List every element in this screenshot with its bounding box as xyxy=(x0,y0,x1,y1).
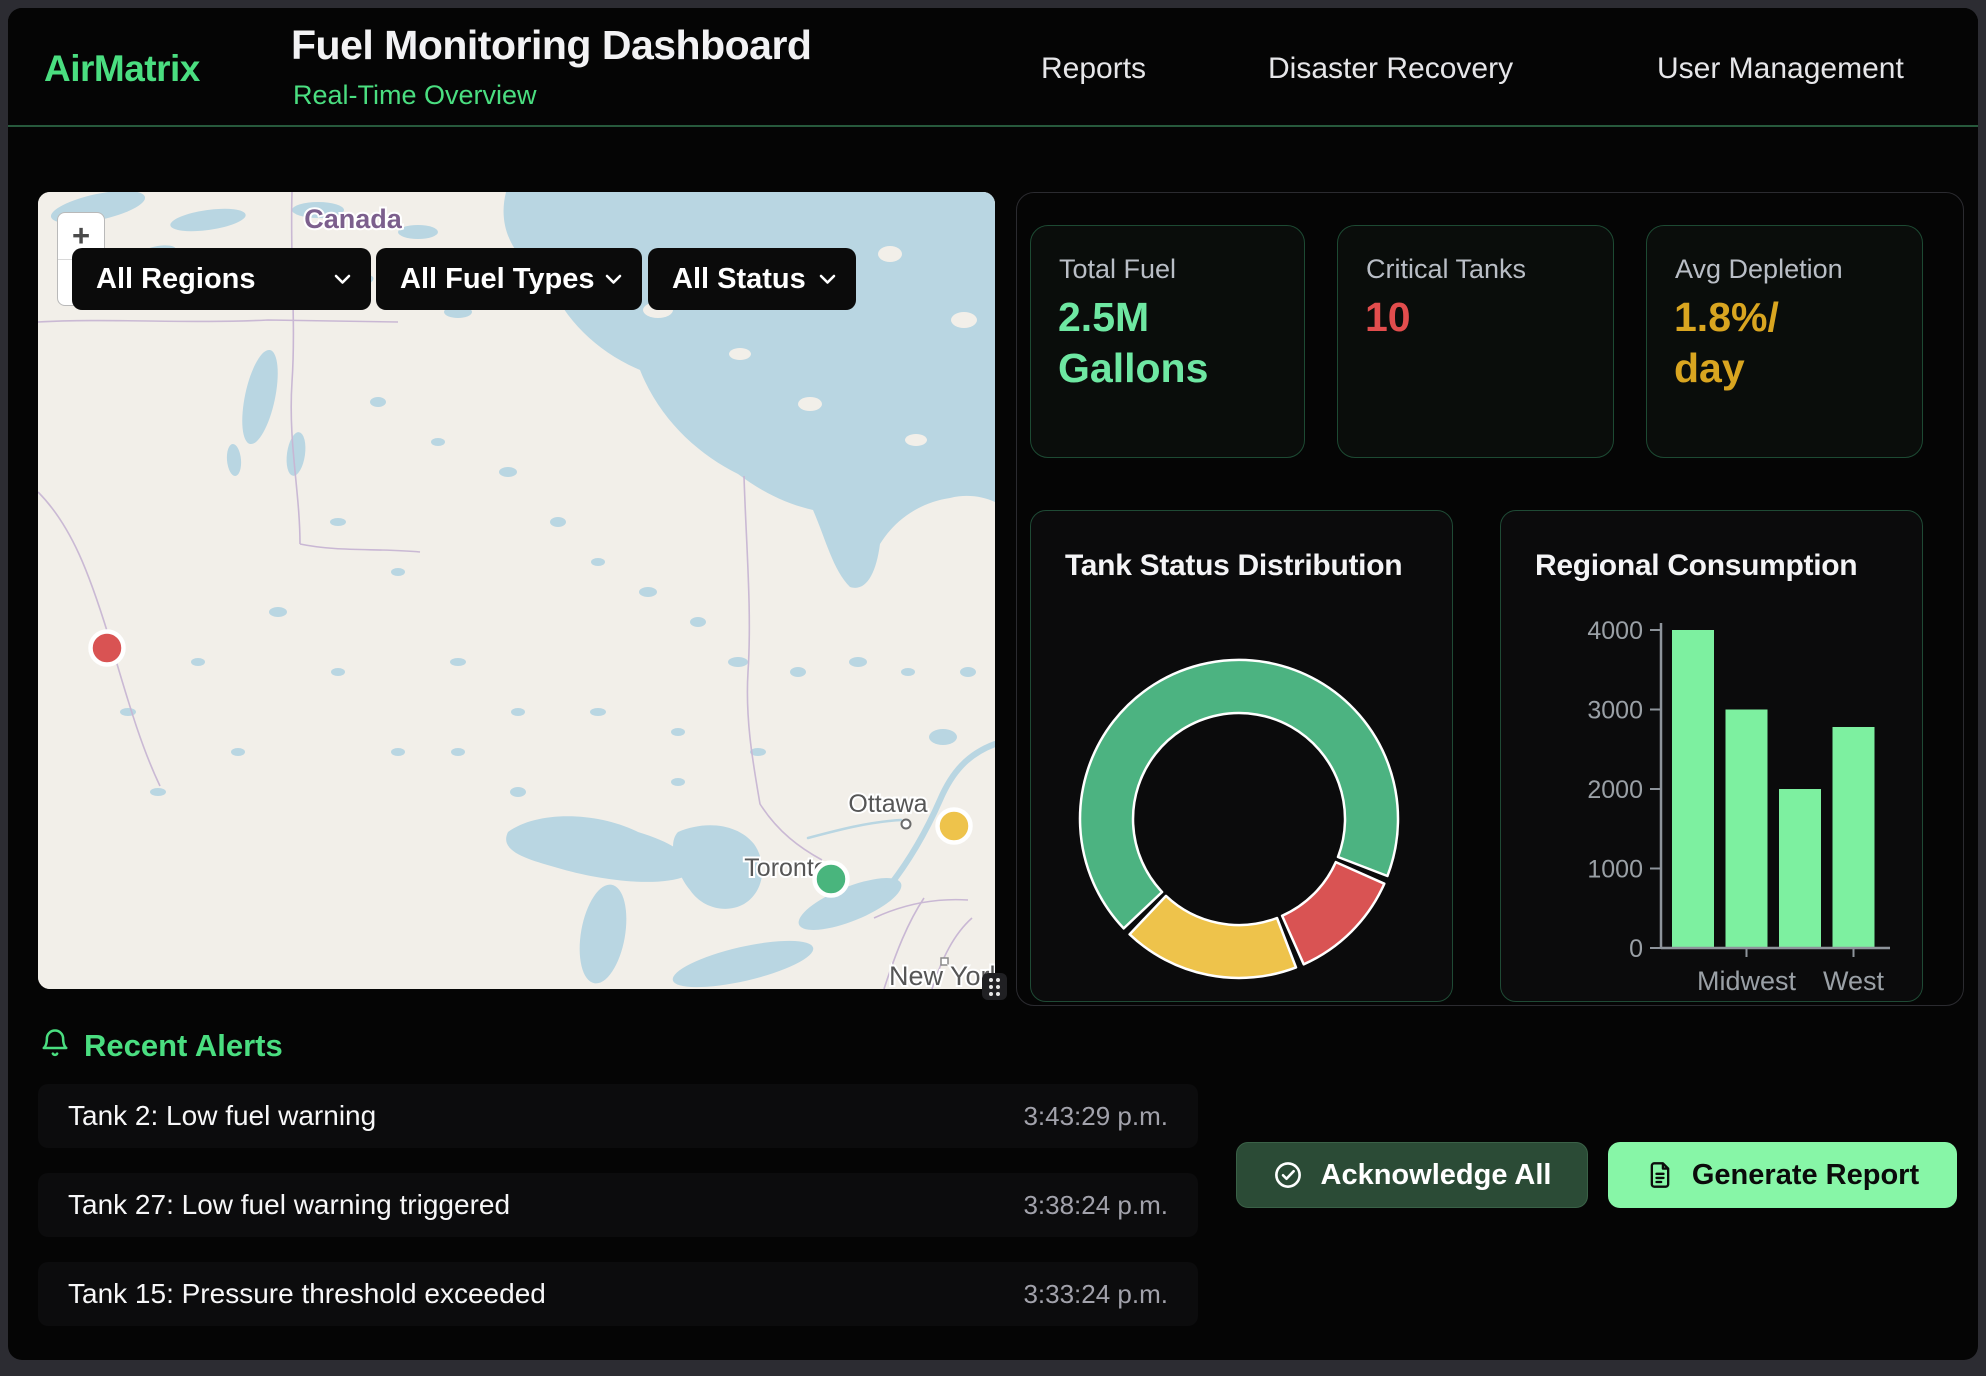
document-icon xyxy=(1646,1161,1674,1189)
status-filter-value: All Status xyxy=(672,263,806,296)
chevron-down-icon xyxy=(334,274,351,285)
svg-text:2000: 2000 xyxy=(1587,776,1643,804)
chevron-down-icon xyxy=(605,274,622,285)
bar-0 xyxy=(1672,630,1714,948)
alert-time: 3:33:24 p.m. xyxy=(1023,1279,1168,1310)
tank-marker-critical[interactable] xyxy=(91,632,124,665)
chart-title: Regional Consumption xyxy=(1535,549,1857,583)
alert-message: Tank 15: Pressure threshold exceeded xyxy=(68,1278,546,1310)
tank-marker-warning[interactable] xyxy=(938,810,971,843)
tank-marker-normal[interactable] xyxy=(815,863,848,896)
map-label-ottawa: Ottawa xyxy=(848,790,927,818)
status-filter-select[interactable]: All Status xyxy=(648,248,856,310)
map-canvas: Canada Ottawa Toronto New York xyxy=(38,192,995,989)
brand-logo: AirMatrix xyxy=(44,48,200,90)
alert-message: Tank 2: Low fuel warning xyxy=(68,1100,376,1132)
region-filter-select[interactable]: All Regions xyxy=(72,248,371,310)
map-label-newyork: New York xyxy=(889,961,995,989)
svg-text:3000: 3000 xyxy=(1587,697,1643,725)
stat-value: 1.8%/day xyxy=(1674,292,1779,394)
bell-icon xyxy=(40,1026,70,1060)
alert-row: Tank 2: Low fuel warning 3:43:29 p.m. xyxy=(38,1084,1198,1148)
alert-time: 3:38:24 p.m. xyxy=(1023,1190,1168,1221)
page-subtitle: Real-Time Overview xyxy=(293,80,537,111)
stat-value: 10 xyxy=(1365,292,1411,343)
stat-value: 2.5MGallons xyxy=(1058,292,1208,394)
svg-text:0: 0 xyxy=(1629,935,1643,963)
stat-card-total-fuel: Total Fuel 2.5MGallons xyxy=(1030,225,1305,458)
regional-consumption-bar-chart: 0 1000 2000 3000 4000 Midwest West xyxy=(1501,511,1924,1003)
bar-3 xyxy=(1833,727,1875,948)
fuel-type-filter-select[interactable]: All Fuel Types xyxy=(376,248,642,310)
chart-title: Tank Status Distribution xyxy=(1065,549,1402,583)
header: AirMatrix Fuel Monitoring Dashboard Real… xyxy=(8,8,1978,127)
bar-2 xyxy=(1779,789,1821,948)
svg-text:Midwest: Midwest xyxy=(1697,966,1797,996)
svg-text:West: West xyxy=(1823,966,1885,996)
fuel-map[interactable]: Canada Ottawa Toronto New York xyxy=(38,192,995,989)
bar-1 xyxy=(1726,710,1768,949)
map-label-canada: Canada xyxy=(304,204,403,234)
svg-text:4000: 4000 xyxy=(1587,617,1643,645)
alert-row: Tank 27: Low fuel warning triggered 3:38:… xyxy=(38,1173,1198,1237)
nav-reports[interactable]: Reports xyxy=(1041,52,1146,86)
map-resize-handle[interactable] xyxy=(982,973,1007,1000)
alert-row: Tank 15: Pressure threshold exceeded 3:33… xyxy=(38,1262,1198,1326)
stat-card-critical-tanks: Critical Tanks 10 xyxy=(1337,225,1614,458)
region-filter-value: All Regions xyxy=(96,263,256,296)
stat-label: Total Fuel xyxy=(1059,254,1176,285)
svg-text:1000: 1000 xyxy=(1587,856,1643,884)
tank-status-donut-chart xyxy=(1031,511,1454,1003)
stat-card-avg-depletion: Avg Depletion 1.8%/day xyxy=(1646,225,1923,458)
acknowledge-all-label: Acknowledge All xyxy=(1321,1159,1552,1192)
generate-report-button[interactable]: Generate Report xyxy=(1608,1142,1957,1208)
nav-user-management[interactable]: User Management xyxy=(1657,52,1904,86)
ottawa-town-dot xyxy=(902,820,911,829)
alerts-list: Tank 2: Low fuel warning3:43:29 p.m.Tank… xyxy=(38,1084,1198,1351)
page-title: Fuel Monitoring Dashboard xyxy=(291,22,811,69)
alert-message: Tank 27: Low fuel warning triggered xyxy=(68,1189,510,1221)
fuel-type-filter-value: All Fuel Types xyxy=(400,263,594,296)
regional-consumption-card: 0 1000 2000 3000 4000 Midwest West Regional Co… xyxy=(1500,510,1923,1002)
generate-report-label: Generate Report xyxy=(1692,1159,1919,1192)
stat-label: Avg Depletion xyxy=(1675,254,1843,285)
alert-time: 3:43:29 p.m. xyxy=(1023,1101,1168,1132)
tank-status-card: Tank Status Distribution xyxy=(1030,510,1453,1002)
stat-label: Critical Tanks xyxy=(1366,254,1526,285)
nav-disaster-recovery[interactable]: Disaster Recovery xyxy=(1268,52,1513,86)
donut-segment-critical xyxy=(1282,862,1384,964)
alerts-section-title: Recent Alerts xyxy=(84,1028,283,1064)
chevron-down-icon xyxy=(819,274,836,285)
check-circle-icon xyxy=(1273,1160,1303,1190)
donut-segment-warning xyxy=(1130,896,1296,978)
acknowledge-all-button[interactable]: Acknowledge All xyxy=(1236,1142,1588,1208)
